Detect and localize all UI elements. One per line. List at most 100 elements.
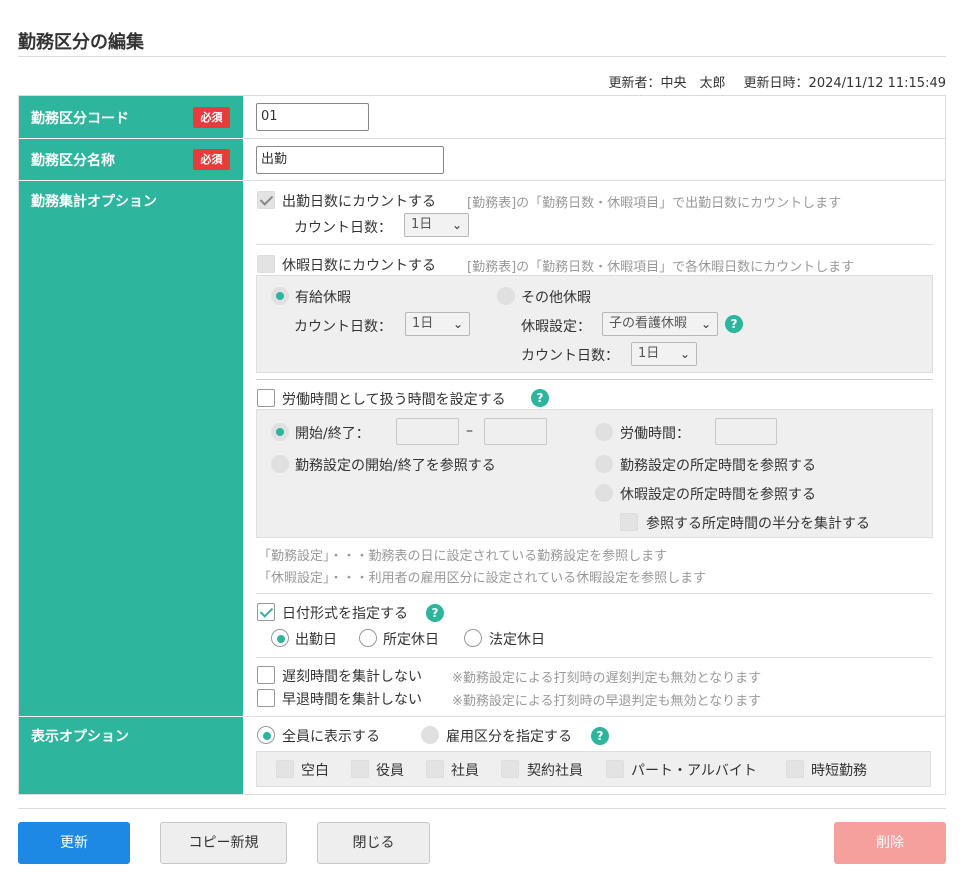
end-time-input[interactable] xyxy=(484,418,547,445)
early-note: ※勤務設定による打刻時の早退判定も無効となります xyxy=(452,694,762,709)
start-end-label: 開始/終了： xyxy=(295,426,370,442)
count-leave-label: 休暇日数にカウントする xyxy=(282,258,436,274)
ref-work-setting-radio[interactable] xyxy=(595,455,613,473)
code-label: 勤務区分コード xyxy=(31,111,129,127)
work-time-label: 労働時間として扱う時間を設定する xyxy=(282,392,506,408)
section-divider xyxy=(256,379,933,380)
code-input[interactable]: 01 xyxy=(256,103,369,131)
half-time-checkbox[interactable] xyxy=(620,513,638,531)
help-icon[interactable]: ? xyxy=(426,604,444,622)
other-leave-label: その他休暇 xyxy=(521,290,591,306)
chevron-down-icon: ⌄ xyxy=(700,317,711,331)
other-leave-radio[interactable] xyxy=(497,287,515,305)
leave-setting-label: 休暇設定： xyxy=(521,319,591,335)
paid-leave-days-select[interactable]: 1日 ⌄ xyxy=(405,312,470,336)
leave-setting-select[interactable]: 子の看護休暇 ⌄ xyxy=(602,312,718,336)
count-work-days-select[interactable]: 1日 ⌄ xyxy=(404,213,469,237)
update-button[interactable]: 更新 xyxy=(18,822,130,864)
required-badge: 必須 xyxy=(193,107,230,128)
type-checkbox[interactable] xyxy=(426,760,444,778)
start-end-radio[interactable] xyxy=(271,423,289,441)
work-hours-input[interactable] xyxy=(715,418,777,445)
count-leave-note: [勤務表]の「勤務日数・休暇項目」で各休暇日数にカウントします xyxy=(467,260,855,275)
early-checkbox[interactable] xyxy=(257,689,275,707)
required-badge: 必須 xyxy=(193,149,230,170)
date-format-label: 日付形式を指定する xyxy=(282,606,408,622)
type-label: パート・アルバイト xyxy=(631,763,757,779)
display-all-label: 全員に表示する xyxy=(282,729,380,745)
copy-new-button[interactable]: コピー新規 xyxy=(160,822,287,864)
work-hours-radio[interactable] xyxy=(595,423,613,441)
close-button[interactable]: 閉じる xyxy=(317,822,430,864)
type-checkbox[interactable] xyxy=(606,760,624,778)
ref-leave-setting-label: 休暇設定の所定時間を参照する xyxy=(620,487,816,503)
other-leave-days-label: カウント日数： xyxy=(521,348,619,364)
ref-work-setting-label: 勤務設定の所定時間を参照する xyxy=(620,458,816,474)
name-input[interactable]: 出勤 xyxy=(256,146,444,174)
update-meta: 更新者：中央 太郎 更新日時：2024/11/12 11:15:49 xyxy=(609,72,946,91)
help-icon[interactable]: ? xyxy=(531,389,549,407)
type-checkbox[interactable] xyxy=(351,760,369,778)
type-label: 社員 xyxy=(451,763,479,779)
date-legal-holiday-label: 法定休日 xyxy=(489,632,545,648)
type-checkbox[interactable] xyxy=(786,760,804,778)
count-leave-checkbox[interactable] xyxy=(257,255,275,273)
row-divider xyxy=(243,138,945,139)
ref-leave-setting-radio[interactable] xyxy=(595,484,613,502)
help-icon[interactable]: ? xyxy=(725,315,743,333)
label-divider xyxy=(19,138,243,139)
paid-leave-radio[interactable] xyxy=(271,287,289,305)
footer-divider xyxy=(18,808,946,809)
display-specify-radio[interactable] xyxy=(421,726,439,744)
date-format-checkbox[interactable] xyxy=(257,603,275,621)
date-work-radio[interactable] xyxy=(271,629,289,647)
late-label: 遅刻時間を集計しない xyxy=(282,669,422,685)
type-checkbox[interactable] xyxy=(501,760,519,778)
title-divider xyxy=(18,56,946,57)
work-time-checkbox[interactable] xyxy=(257,389,275,407)
type-checkbox[interactable] xyxy=(276,760,294,778)
chevron-down-icon: ⌄ xyxy=(451,218,462,232)
count-work-note: [勤務表]の「勤務日数・休暇項目」で出勤日数にカウントします xyxy=(467,196,842,211)
label-divider xyxy=(19,180,243,181)
delete-button[interactable]: 削除 xyxy=(834,822,946,864)
late-checkbox[interactable] xyxy=(257,666,275,684)
display-specify-label: 雇用区分を指定する xyxy=(446,729,572,745)
other-leave-days-select[interactable]: 1日 ⌄ xyxy=(631,342,697,366)
page-title: 勤務区分の編集 xyxy=(18,32,144,53)
chevron-down-icon: ⌄ xyxy=(679,347,690,361)
count-work-label: 出勤日数にカウントする xyxy=(282,194,436,210)
early-label: 早退時間を集計しない xyxy=(282,692,422,708)
section-divider xyxy=(256,244,933,245)
row-divider xyxy=(243,716,945,717)
updated-by: 更新者：中央 太郎 xyxy=(608,76,726,91)
ref-start-end-label: 勤務設定の開始/終了を参照する xyxy=(295,458,496,474)
leave-setting-note: 「休暇設定」・・・利用者の雇用区分に設定されている休暇設定を参照します xyxy=(258,571,707,586)
work-hours-label: 労働時間： xyxy=(620,426,690,442)
work-setting-note: 「勤務設定」・・・勤務表の日に設定されている勤務設定を参照します xyxy=(258,549,668,564)
type-label: 契約社員 xyxy=(527,763,583,779)
paid-leave-label: 有給休暇 xyxy=(295,290,351,306)
paid-leave-days-label: カウント日数： xyxy=(294,319,392,335)
count-work-checkbox[interactable] xyxy=(257,191,275,209)
date-work-label: 出勤日 xyxy=(295,632,337,648)
ref-start-end-radio[interactable] xyxy=(271,455,289,473)
start-time-input[interactable] xyxy=(396,418,459,445)
late-note: ※勤務設定による打刻時の遅刻判定も無効となります xyxy=(452,671,762,686)
chevron-down-icon: ⌄ xyxy=(452,317,463,331)
date-legal-holiday-radio[interactable] xyxy=(464,629,482,647)
type-label: 役員 xyxy=(376,763,404,779)
updated-at: 更新日時：2024/11/12 11:15:49 xyxy=(743,76,946,91)
time-dash: – xyxy=(466,423,473,439)
type-label: 空白 xyxy=(301,763,329,779)
display-all-radio[interactable] xyxy=(257,726,275,744)
name-label: 勤務区分名称 xyxy=(31,153,115,169)
help-icon[interactable]: ? xyxy=(591,727,609,745)
half-time-label: 参照する所定時間の半分を集計する xyxy=(646,516,870,532)
date-holiday-radio[interactable] xyxy=(359,629,377,647)
label-divider xyxy=(19,716,243,717)
display-options-label: 表示オプション xyxy=(31,729,129,745)
section-divider xyxy=(256,657,933,658)
count-work-days-label: カウント日数： xyxy=(294,220,392,236)
type-label: 時短勤務 xyxy=(811,763,867,779)
